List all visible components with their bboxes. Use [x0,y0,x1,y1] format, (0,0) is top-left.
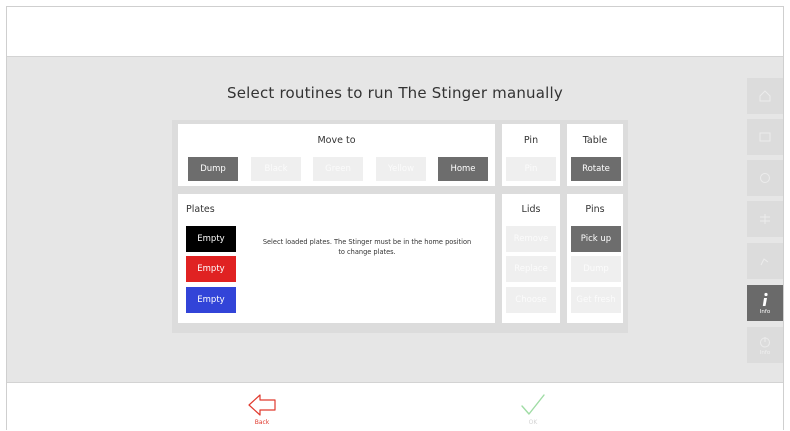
pins-title: Pins [585,204,605,215]
plate-red[interactable]: Empty [186,256,236,282]
lids-replace-button[interactable]: Replace [506,256,556,282]
sidebar-info-label: Info [759,308,771,315]
sidebar-item-home[interactable] [747,78,783,114]
bottom-bar [7,382,783,431]
home-icon [759,90,771,102]
plates-note: Select loaded plates. The Stinger must b… [262,238,472,256]
back-arrow-icon [248,394,276,416]
sidebar-power-label: Info [759,349,771,356]
sidebar-item-info[interactable]: Info [747,285,783,321]
sidebar-item-grid[interactable] [747,201,783,237]
sidebar-item-power[interactable]: Info [747,327,783,363]
rotate-button[interactable]: Rotate [571,157,621,181]
plate-blue[interactable]: Empty [186,287,236,313]
sidebar-item-refresh[interactable] [747,160,783,196]
grid-icon [760,214,770,224]
lids-title: Lids [521,204,541,215]
sidebar-item-list[interactable] [747,119,783,155]
power-icon [760,336,770,347]
back-label: Back [254,419,270,426]
list-icon [759,132,771,142]
robot-arm-icon [760,258,769,266]
info-icon [762,292,768,306]
top-bar [7,7,783,57]
pins-get-fresh-button[interactable]: Get fresh [571,287,621,313]
move-home-button[interactable]: Home [438,157,488,181]
plates-title: Plates [186,204,215,215]
ok-label: OK [528,419,538,426]
sidebar-item-robot-arm[interactable] [747,243,783,279]
refresh-icon [760,173,770,183]
ok-button[interactable]: OK [503,392,563,426]
lids-choose-button[interactable]: Choose [506,287,556,313]
move-green-button[interactable]: Green [313,157,363,181]
page-title: Select routines to run The Stinger manua… [227,84,563,102]
table-title: Table [582,135,608,146]
checkmark-icon [521,394,545,415]
pins-pickup-button[interactable]: Pick up [571,226,621,252]
move-black-button[interactable]: Black [251,157,301,181]
back-button[interactable]: Back [232,392,292,426]
move-to-title: Move to [317,135,356,146]
plate-black[interactable]: Empty [186,226,236,252]
pin-button[interactable]: Pin [506,157,556,181]
move-yellow-button[interactable]: Yellow [376,157,426,181]
move-dump-button[interactable]: Dump [188,157,238,181]
pin-title: Pin [523,135,539,146]
lids-remove-button[interactable]: Remove [506,226,556,252]
pins-dump-button[interactable]: Dump [571,256,621,282]
